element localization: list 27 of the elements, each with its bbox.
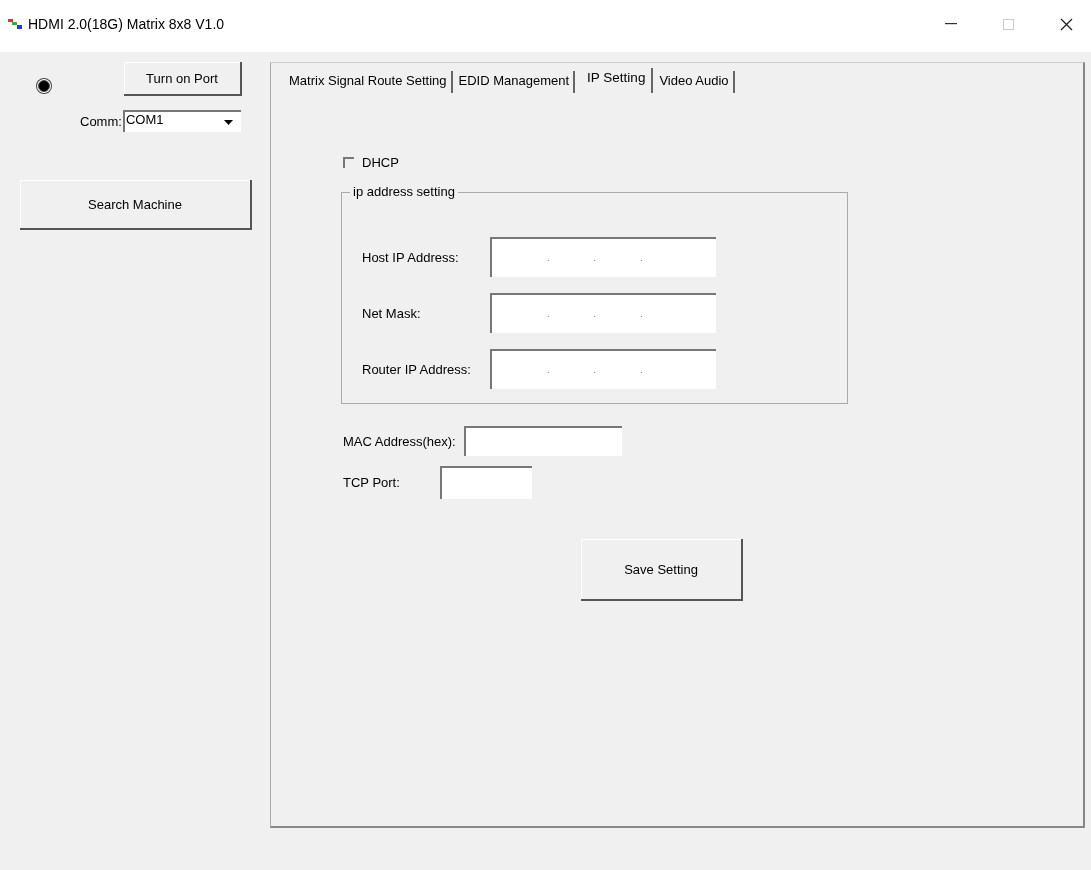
tab[interactable]: EDID Management bbox=[454, 71, 576, 93]
field-label: Host IP Address: bbox=[361, 249, 460, 265]
mac-address-label: MAC Address(hex): bbox=[343, 433, 456, 449]
tab[interactable]: Matrix Signal Route Setting bbox=[285, 71, 453, 93]
mac-address-field[interactable] bbox=[463, 426, 622, 456]
window-title: HDMI 2.0(18G) Matrix 8x8 V1.0 bbox=[28, 16, 225, 32]
turn-on-port-button[interactable]: Turn on Port bbox=[124, 62, 242, 96]
close-icon[interactable] bbox=[1060, 17, 1073, 31]
comm-dropdown[interactable]: COM1 bbox=[122, 110, 241, 132]
ip-address-field[interactable]: . . . bbox=[490, 237, 716, 277]
comm-label: Comm: bbox=[80, 113, 122, 129]
minimize-icon[interactable] bbox=[945, 23, 957, 25]
field-label: Router IP Address: bbox=[361, 361, 472, 377]
tcp-port-field[interactable] bbox=[439, 466, 532, 499]
dropdown-arrow-icon bbox=[223, 119, 233, 125]
group-title: ip address setting bbox=[350, 184, 458, 199]
search-machine-button[interactable]: Search Machine bbox=[20, 180, 252, 230]
tab[interactable]: IP Setting bbox=[577, 68, 654, 93]
dhcp-checkbox[interactable] bbox=[343, 157, 354, 168]
ip-address-field[interactable]: . . . bbox=[490, 349, 716, 389]
field-label: Net Mask: bbox=[361, 305, 422, 321]
save-setting-button[interactable]: Save Setting bbox=[581, 539, 743, 601]
ip-address-field[interactable]: . . . bbox=[490, 293, 716, 333]
dhcp-label: DHCP bbox=[362, 155, 399, 170]
tab[interactable]: Video Audio bbox=[655, 71, 735, 93]
app-icon bbox=[8, 19, 22, 29]
tcp-port-label: TCP Port: bbox=[343, 475, 400, 490]
